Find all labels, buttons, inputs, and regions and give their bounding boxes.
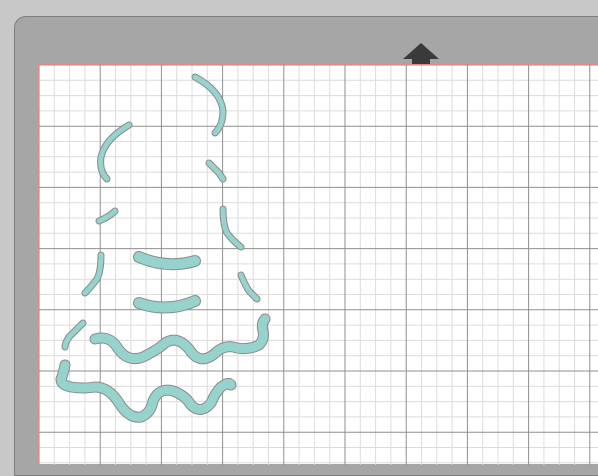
cut-piece[interactable] bbox=[133, 251, 201, 271]
mat-grid-canvas[interactable] bbox=[38, 64, 598, 465]
cut-piece[interactable] bbox=[191, 73, 227, 137]
cut-piece[interactable] bbox=[133, 295, 201, 314]
cut-piece[interactable] bbox=[237, 271, 261, 303]
cut-piece[interactable] bbox=[97, 121, 133, 183]
cut-piece[interactable] bbox=[205, 159, 227, 183]
design-shapes bbox=[55, 73, 271, 423]
cut-piece[interactable] bbox=[81, 251, 105, 297]
cut-piece[interactable] bbox=[95, 207, 119, 225]
cut-piece[interactable] bbox=[61, 319, 87, 351]
